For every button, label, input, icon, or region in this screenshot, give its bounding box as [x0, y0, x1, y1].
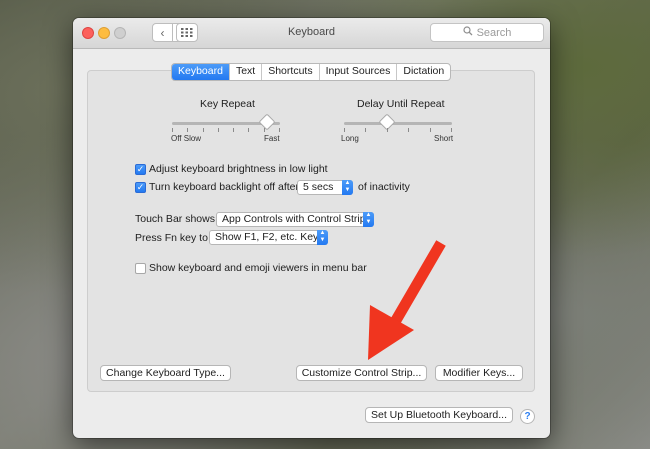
touchbar-label: Touch Bar shows [135, 213, 215, 225]
search-icon [462, 26, 473, 39]
viewers-label: Show keyboard and emoji viewers in menu … [149, 262, 367, 274]
tab-bar: Keyboard Text Shortcuts Input Sources Di… [171, 63, 452, 81]
slider-tick [408, 128, 410, 132]
slider-tick [365, 128, 367, 132]
slider-tick [263, 128, 265, 132]
search-placeholder: Search [476, 26, 512, 39]
tab-shortcuts[interactable]: Shortcuts [262, 64, 320, 80]
slider-tick [451, 128, 452, 132]
key-repeat-min-labels: Off Slow [171, 134, 202, 143]
chevron-up-down-icon: ▲ ▼ [342, 180, 353, 195]
viewers-checkbox[interactable] [135, 263, 146, 274]
checkmark-icon: ✓ [136, 164, 145, 174]
modifier-keys-button[interactable]: Modifier Keys... [435, 365, 523, 381]
backlight-checkbox[interactable]: ✓ [135, 182, 146, 193]
slider-tick [248, 128, 250, 132]
delay-track[interactable] [344, 122, 452, 125]
brightness-checkbox[interactable]: ✓ [135, 164, 146, 175]
slider-tick [429, 128, 431, 132]
touchbar-value: App Controls with Control Strip [222, 213, 366, 225]
fn-key-label: Press Fn key to [135, 232, 208, 244]
tab-input-sources[interactable]: Input Sources [320, 64, 398, 80]
keyboard-preferences-window: ‹ › Keyboard Search Keyboard Text Shortc… [73, 18, 550, 438]
slider-tick [217, 128, 219, 132]
backlight-label: Turn keyboard backlight off after [149, 181, 299, 193]
slider-tick [386, 128, 388, 132]
backlight-suffix-label: of inactivity [358, 181, 410, 193]
key-repeat-max-label: Fast [264, 134, 280, 143]
slider-tick [202, 128, 204, 132]
brightness-label: Adjust keyboard brightness in low light [149, 163, 328, 175]
backlight-timeout-popup[interactable]: 5 secs ▲ ▼ [297, 180, 353, 195]
slider-tick [344, 128, 345, 132]
touchbar-popup[interactable]: App Controls with Control Strip ▲ ▼ [216, 212, 374, 227]
help-button[interactable]: ? [520, 409, 535, 424]
backlight-timeout-value: 5 secs [303, 181, 334, 193]
title-bar: ‹ › Keyboard Search [73, 18, 550, 49]
chevron-up-down-icon: ▲ ▼ [363, 212, 374, 227]
slider-tick [187, 128, 189, 132]
tab-keyboard[interactable]: Keyboard [172, 64, 230, 80]
tab-dictation[interactable]: Dictation [397, 64, 450, 80]
checkmark-icon: ✓ [136, 182, 145, 192]
fn-key-value: Show F1, F2, etc. Keys [215, 231, 324, 243]
fn-key-popup[interactable]: Show F1, F2, etc. Keys ▲ ▼ [209, 230, 328, 245]
tab-text[interactable]: Text [230, 64, 263, 80]
change-keyboard-type-button[interactable]: Change Keyboard Type... [100, 365, 231, 381]
key-repeat-label: Key Repeat [200, 98, 255, 110]
delay-until-repeat-label: Delay Until Repeat [357, 98, 445, 110]
bluetooth-keyboard-button[interactable]: Set Up Bluetooth Keyboard... [365, 407, 513, 423]
chevron-up-down-icon: ▲ ▼ [317, 230, 328, 245]
slider-tick [279, 128, 280, 132]
slider-tick [172, 128, 173, 132]
delay-max-label: Short [434, 134, 454, 143]
customize-control-strip-button[interactable]: Customize Control Strip... [296, 365, 427, 381]
delay-min-label: Long [341, 134, 359, 143]
search-field[interactable]: Search [430, 23, 544, 42]
slider-tick [233, 128, 235, 132]
